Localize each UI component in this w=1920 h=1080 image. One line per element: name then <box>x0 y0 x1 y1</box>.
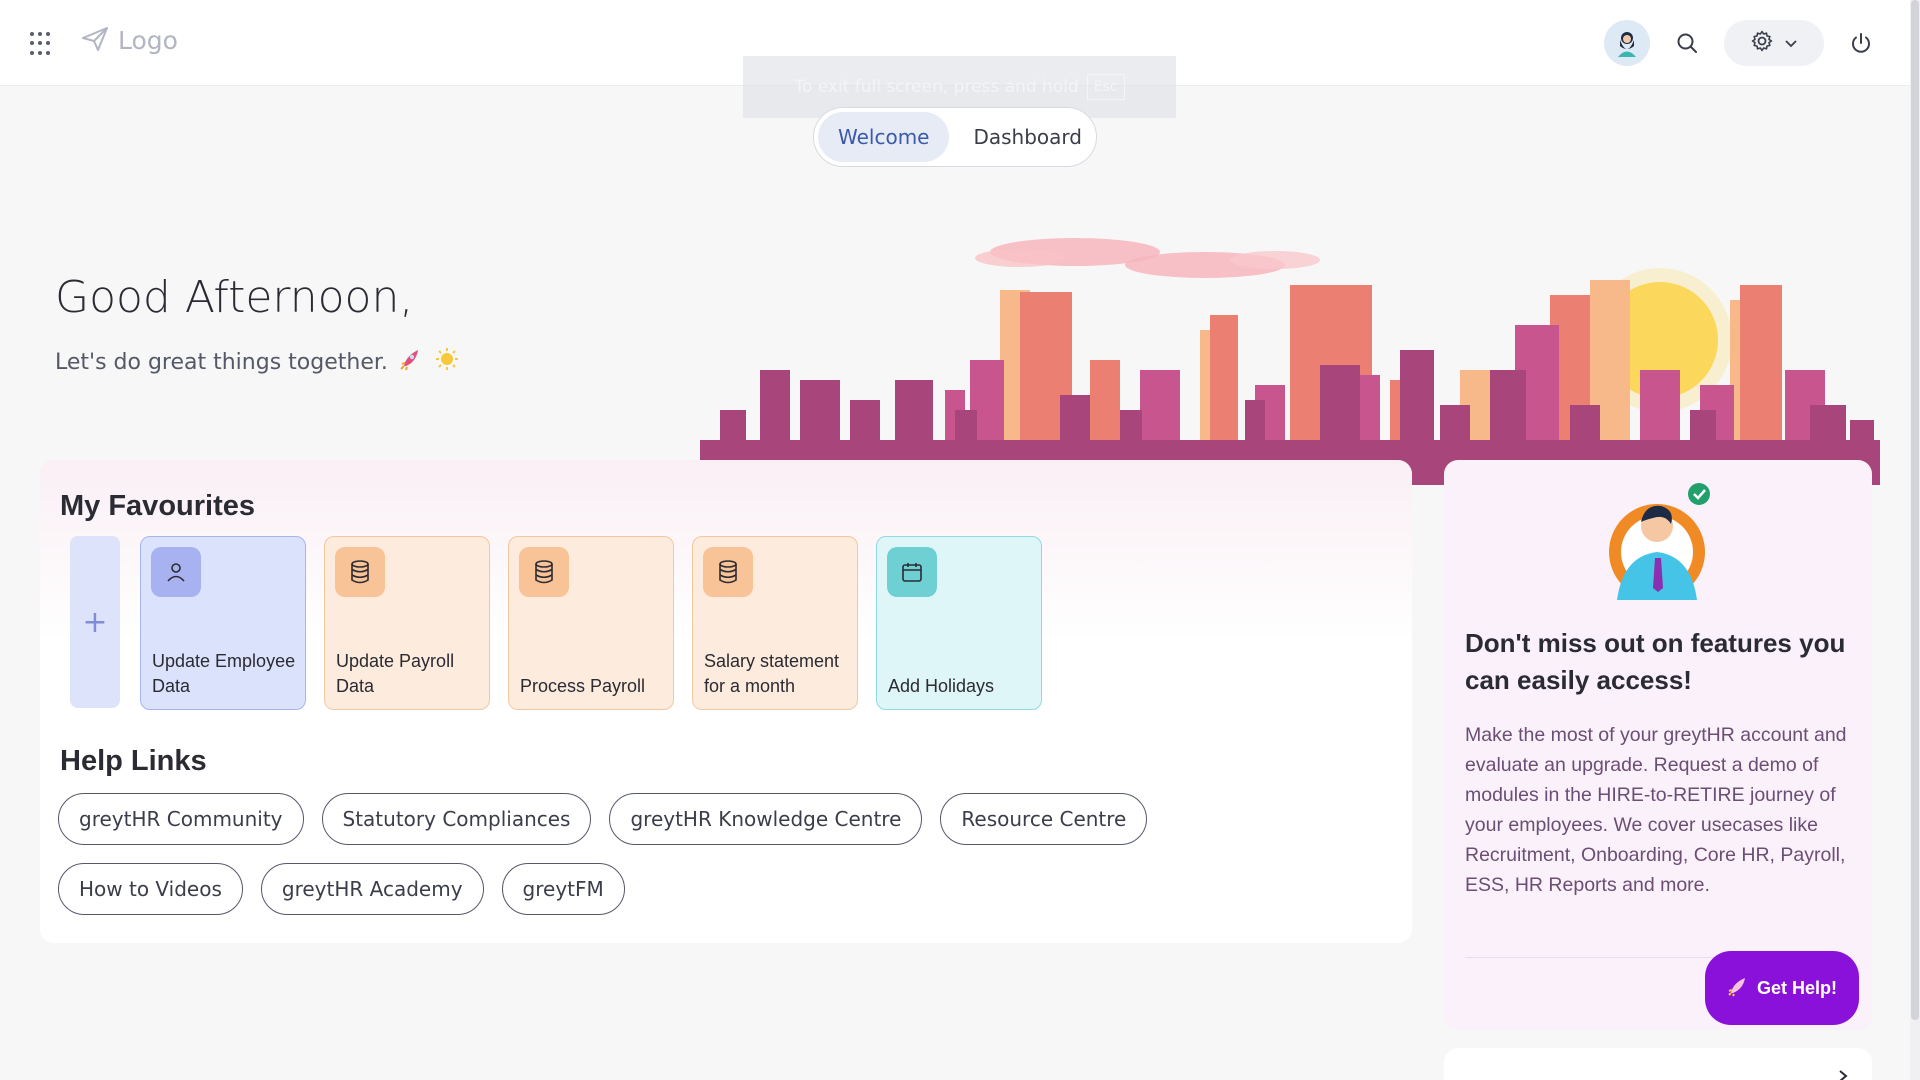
chevron-down-icon <box>1784 34 1798 53</box>
favourite-label: Update Payroll Data <box>336 651 455 696</box>
plus-icon: + <box>82 604 108 640</box>
top-right-actions <box>1604 20 1880 66</box>
help-link-greytfm[interactable]: greytFM <box>501 863 625 915</box>
favourites-title: My Favourites <box>60 490 255 522</box>
help-link-statutory-compliances[interactable]: Statutory Compliances <box>321 793 592 845</box>
chevron-right-icon[interactable] <box>1836 1064 1850 1080</box>
greeting-title: Good Afternoon, <box>55 272 414 323</box>
fullscreen-notice-key: Esc <box>1086 74 1125 100</box>
add-favourite-button[interactable]: + <box>70 536 120 708</box>
get-help-label: Get Help! <box>1756 977 1837 998</box>
favourite-add-holidays[interactable]: Add Holidays <box>876 536 1042 710</box>
help-link-greythr-community[interactable]: greytHR Community <box>58 793 304 845</box>
promo-body: Make the most of your greytHR account an… <box>1465 724 1847 896</box>
apps-grid-icon[interactable] <box>30 32 54 56</box>
help-link-resource-centre[interactable]: Resource Centre <box>940 793 1148 845</box>
upgrade-promo-card: Don't miss out on features you can easil… <box>1444 460 1872 1030</box>
database-icon <box>519 547 569 597</box>
help-link-knowledge-centre[interactable]: greytHR Knowledge Centre <box>609 793 923 845</box>
promo-title: Don't miss out on features you can easil… <box>1465 628 1846 695</box>
help-links-title: Help Links <box>60 745 207 777</box>
favourite-label: Process Payroll <box>520 676 646 696</box>
settings-dropdown[interactable] <box>1724 20 1824 66</box>
main-card: My Favourites + Update Employee Data Upd… <box>40 460 1412 943</box>
favourite-label: Add Holidays <box>888 676 995 696</box>
get-help-button[interactable]: Get Help! <box>1705 951 1859 1025</box>
help-link-greythr-academy[interactable]: greytHR Academy <box>260 863 484 915</box>
calendar-icon <box>887 547 937 597</box>
tab-dashboard[interactable]: Dashboard <box>953 112 1102 162</box>
favourite-update-payroll-data[interactable]: Update Payroll Data <box>324 536 490 710</box>
paper-plane-icon <box>82 26 108 55</box>
database-icon <box>703 547 753 597</box>
city-skyline-illustration <box>700 238 1880 485</box>
sun-icon <box>434 346 460 378</box>
next-card <box>1444 1048 1872 1080</box>
user-icon <box>151 547 201 597</box>
favourite-update-employee-data[interactable]: Update Employee Data <box>140 536 306 710</box>
page-scrollbar[interactable] <box>1910 0 1920 1080</box>
favourite-process-payroll[interactable]: Process Payroll <box>508 536 674 710</box>
favourite-label: Salary statement for a month <box>704 651 840 696</box>
logo-text: Logo <box>118 26 178 55</box>
user-avatar[interactable] <box>1604 20 1650 66</box>
database-icon <box>335 547 385 597</box>
favourite-label: Update Employee Data <box>152 651 296 696</box>
favourite-salary-statement[interactable]: Salary statement for a month <box>692 536 858 710</box>
view-tabs: Welcome Dashboard <box>813 107 1097 167</box>
help-links-list: greytHR Community Statutory Compliances … <box>58 793 1318 915</box>
support-agent-illustration <box>1609 483 1710 600</box>
fullscreen-notice-text: To exit full screen, press and hold <box>794 77 1079 97</box>
gear-icon <box>1750 29 1774 57</box>
help-link-how-to-videos[interactable]: How to Videos <box>58 863 243 915</box>
scrollbar-thumb[interactable] <box>1911 0 1919 1020</box>
rocket-icon <box>1727 975 1749 1002</box>
rocket-icon <box>398 346 424 378</box>
logo[interactable]: Logo <box>82 26 178 55</box>
power-icon[interactable] <box>1842 24 1880 62</box>
search-icon[interactable] <box>1668 24 1706 62</box>
greeting-subtitle-text: Let's do great things together. <box>55 349 388 375</box>
tab-welcome[interactable]: Welcome <box>818 112 950 162</box>
greeting-subtitle: Let's do great things together. <box>55 346 460 378</box>
